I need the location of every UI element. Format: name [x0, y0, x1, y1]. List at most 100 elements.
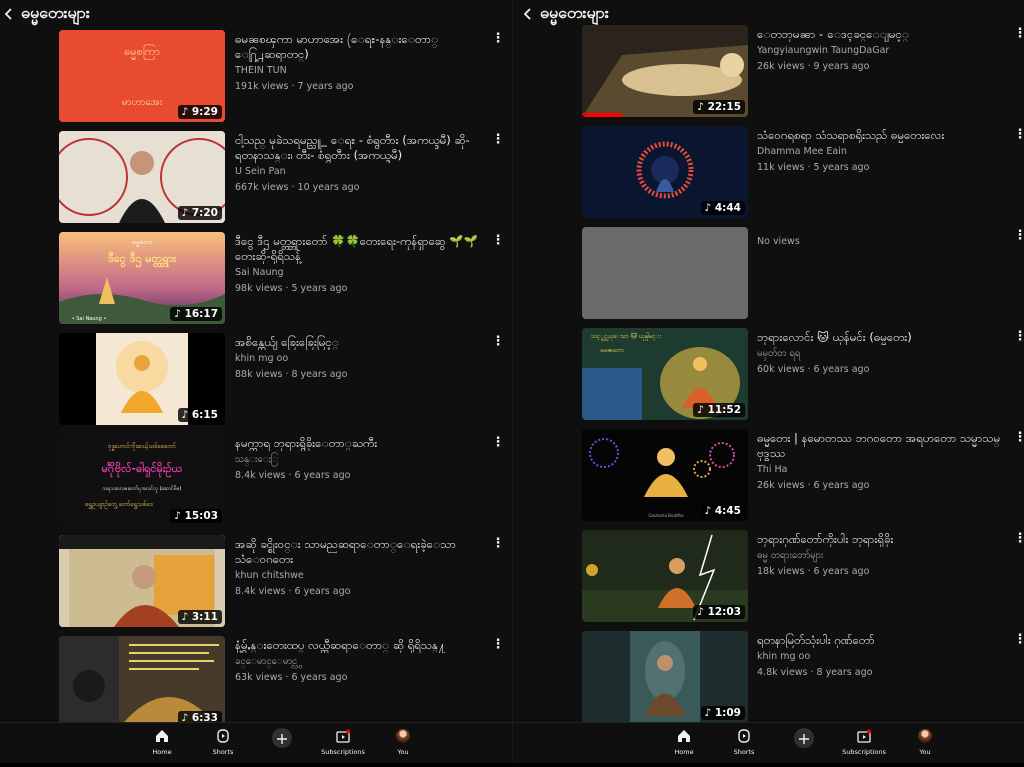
- video-thumbnail[interactable]: သင့္ရင္လယ္ေသာ 🐱 ယုန္ပါမင္း ဓမၼတေး ♪ 11:5…: [582, 328, 748, 420]
- avatar: [915, 727, 935, 745]
- video-title[interactable]: ဓမၼစၾကာ မာဟာအေး (ေရႊ-နန္းေတာ္ ေ႐ြ႕ဆရာတင္…: [235, 32, 480, 62]
- channel-name[interactable]: မမှတ်တ ရရ: [757, 347, 1003, 360]
- video-stats: 191k views · 7 years ago: [235, 81, 354, 92]
- nav-home[interactable]: Home: [654, 727, 714, 756]
- more-options-icon[interactable]: ⋮: [491, 133, 505, 149]
- channel-name[interactable]: U Sein Pan: [235, 165, 480, 178]
- video-stats: 11k views · 5 years ago: [757, 162, 870, 173]
- video-item[interactable]: ♪ 12:03 ဘုရားဂုဏ်တော်ကိုးပါး ဘုရားရှိခို…: [513, 530, 1024, 631]
- video-thumbnail[interactable]: ♪ 22:15: [582, 25, 748, 117]
- create-button[interactable]: [272, 728, 292, 748]
- video-thumbnail[interactable]: ♪ 6:33: [59, 636, 225, 728]
- nav-home[interactable]: Home: [132, 727, 192, 756]
- video-meta: ဓမ္မတေး | နမောတဿ ဘဂဝတော အရဟတော သမ္မာသမ္ဗ…: [757, 431, 1003, 493]
- thumb-text-top: သင့္ရင္လယ္ေသာ 🐱 ယုန္ပါမင္း: [591, 332, 661, 341]
- video-title[interactable]: နံ့မွ်ႇန္းတေးထပ္ လယ္တီဆရာေတာ္ ဆို ရိုရိသ…: [235, 638, 480, 653]
- channel-name[interactable]: Thi Ha: [757, 463, 1003, 476]
- more-options-icon[interactable]: ⋮: [1013, 633, 1024, 649]
- plus-icon: [799, 729, 809, 748]
- video-thumbnail[interactable]: ♪ 3:11: [59, 535, 225, 627]
- video-thumbnail-placeholder[interactable]: [582, 227, 748, 319]
- video-thumbnail[interactable]: ♪ 12:03: [582, 530, 748, 622]
- duration-badge: ♪ 4:45: [700, 504, 745, 518]
- video-item[interactable]: ♪ 22:15 ေတဘုမၼာ - ေဒၚခင္ေျမင့္ Yangyiaun…: [513, 25, 1024, 126]
- video-title[interactable]: အစိန္တေယ်ျ ၶြေးၶြေးမြင့္: [235, 335, 480, 350]
- create-button[interactable]: [794, 728, 814, 748]
- nav-shorts[interactable]: Shorts: [714, 727, 774, 756]
- more-options-icon[interactable]: ⋮: [1013, 532, 1024, 548]
- more-options-icon[interactable]: ⋮: [491, 335, 505, 351]
- video-item[interactable]: No views ⋮: [513, 227, 1024, 328]
- video-thumbnail[interactable]: ဓမ္မစကြာ မာဟာအေး ♪ 9:29: [59, 30, 225, 122]
- video-item[interactable]: သင့္ရင္လယ္ေသာ 🐱 ယုန္ပါမင္း ဓမၼတေး ♪ 11:5…: [513, 328, 1024, 429]
- video-thumbnail[interactable]: ♪ 4:44: [582, 126, 748, 218]
- more-options-icon[interactable]: ⋮: [491, 638, 505, 654]
- video-item[interactable]: Gautama Buddha ♪ 4:45 ဓမ္မတေး | နမောတဿ ဘ…: [513, 429, 1024, 530]
- more-options-icon[interactable]: ⋮: [491, 436, 505, 452]
- video-item[interactable]: ဗုဒ္ဓဟောင်ကိုးဆယ့်သစ်စေတော် မင်္ဂိုဗိုလ်…: [0, 434, 512, 535]
- nav-you[interactable]: You: [373, 727, 433, 756]
- channel-name[interactable]: သန္းေႏြ: [235, 453, 480, 466]
- video-title[interactable]: ဘုရားဂုဏ်တော်ကိုးပါး ဘုရားရှိခိုး: [757, 532, 1003, 547]
- video-title[interactable]: နမက္ကာရ ဘုရားရွိခိုးေတာ္ႀကီး: [235, 436, 480, 451]
- channel-name[interactable]: Sai Naung: [235, 266, 480, 279]
- video-item[interactable]: ♪ 6:15 အစိန္တေယ်ျ ၶြေးၶြေးမြင့္ khin mg …: [0, 333, 512, 434]
- video-thumbnail[interactable]: ဗုဒ္ဓဟောင်ကိုးဆယ့်သစ်စေတော် မင်္ဂိုဗိုလ်…: [59, 434, 225, 526]
- video-stats: 60k views · 6 years ago: [757, 364, 870, 375]
- video-title[interactable]: သံဝေဂရစရာ သံသရာစရိုးသည် ဓမ္မတေးလေး: [757, 128, 1003, 143]
- video-title[interactable]: ငါ့သည္ မုခဲသရမည္သူ_ ေရႊ - စံရွတီား (အကယ္…: [235, 133, 480, 163]
- more-options-icon[interactable]: ⋮: [491, 234, 505, 250]
- video-stats: 88k views · 8 years ago: [235, 369, 348, 380]
- duration-badge: ♪ 1:09: [700, 706, 745, 720]
- video-title[interactable]: ဘုရားလောင်း 🐱 ယုန်မင်း (ဓမ္မတေး): [757, 330, 1003, 345]
- video-thumbnail[interactable]: ♪ 6:15: [59, 333, 225, 425]
- video-title[interactable]: ေတဘုမၼာ - ေဒၚခင္ေျမင့္: [757, 27, 1003, 42]
- nav-shorts[interactable]: Shorts: [193, 727, 253, 756]
- video-item[interactable]: ♪ 1:09 ရတနာမြတ်သုံးပါး ဂုဏ်တော် khin mg …: [513, 631, 1024, 732]
- video-item[interactable]: ♪ 3:11 အဆို ခင္စိုး၀င္း သာမညဆရာေတာ္ေရးခဲ…: [0, 535, 512, 636]
- back-arrow-icon[interactable]: [519, 2, 537, 26]
- video-title[interactable]: အဆို ခင္စိုး၀င္း သာမညဆရာေတာ္ေရးခဲ့ေသာ သံ…: [235, 537, 480, 567]
- channel-name[interactable]: ဓမ္မ တရားတော်များ: [757, 549, 1003, 562]
- more-options-icon[interactable]: ⋮: [491, 537, 505, 553]
- video-title[interactable]: ဒီငွေ ဒီဌ မတ္တ္တရားတော် 🍀🍀တေးရေး-ကုန်ရှာ…: [235, 234, 480, 264]
- nav-shorts-label: Shorts: [212, 748, 234, 756]
- channel-name[interactable]: khun chitshwe: [235, 569, 480, 582]
- thumb-text-top: ဓမ္မတေး: [132, 238, 153, 247]
- video-thumbnail[interactable]: ♪ 7:20: [59, 131, 225, 223]
- nav-you[interactable]: You: [895, 727, 955, 756]
- more-options-icon[interactable]: ⋮: [491, 32, 505, 48]
- video-title[interactable]: ရတနာမြတ်သုံးပါး ဂုဏ်တော်: [757, 633, 1003, 648]
- thumb-text-sub: သရသဆလဇးတော်ပုအလင်လူ (ဆောင်ဗိဇ): [101, 486, 181, 492]
- channel-name[interactable]: Yangyiaungwin TaungDaGar: [757, 44, 1003, 57]
- more-options-icon[interactable]: ⋮: [1013, 128, 1024, 144]
- nav-subscriptions[interactable]: Subscriptions: [313, 727, 373, 756]
- video-item[interactable]: ဓမ္မတေး ဒီငွေ ဒီဌ မတ္တ္တရား • Sai Naung …: [0, 232, 512, 333]
- more-options-icon[interactable]: ⋮: [1013, 330, 1024, 346]
- video-thumbnail[interactable]: ဓမ္မတေး ဒီငွေ ဒီဌ မတ္တ္တရား • Sai Naung …: [59, 232, 225, 324]
- channel-name[interactable]: Dhamma Mee Eain: [757, 145, 1003, 158]
- nav-subscriptions-label: Subscriptions: [842, 748, 886, 756]
- channel-name[interactable]: ခင္ေမာင္ေမာင္လွ: [235, 655, 480, 668]
- nav-subscriptions-label: Subscriptions: [321, 748, 365, 756]
- back-arrow-icon[interactable]: [0, 2, 18, 26]
- page-title: ဓမ္မတေးများ: [540, 3, 609, 22]
- video-thumbnail[interactable]: Gautama Buddha ♪ 4:45: [582, 429, 748, 521]
- channel-name[interactable]: khin mg oo: [235, 352, 480, 365]
- video-item[interactable]: ♪ 7:20 ငါ့သည္ မုခဲသရမည္သူ_ ေရႊ - စံရွတီာ…: [0, 131, 512, 232]
- video-stats: 8.4k views · 6 years ago: [235, 470, 351, 481]
- video-meta: အဆို ခင္စိုး၀င္း သာမညဆရာေတာ္ေရးခဲ့ေသာ သံ…: [235, 537, 480, 599]
- channel-name[interactable]: THEIN TUN: [235, 64, 480, 77]
- video-item[interactable]: ဓမ္မစကြာ မာဟာအေး ♪ 9:29 ဓမၼစၾကာ မာဟာအေး …: [0, 30, 512, 131]
- nav-home-label: Home: [152, 748, 172, 756]
- nav-subscriptions[interactable]: Subscriptions: [834, 727, 894, 756]
- more-options-icon[interactable]: ⋮: [1013, 431, 1024, 447]
- more-options-icon[interactable]: ⋮: [1013, 27, 1024, 43]
- nav-shorts-label: Shorts: [733, 748, 755, 756]
- more-options-icon[interactable]: ⋮: [1013, 229, 1024, 245]
- video-title[interactable]: ဓမ္မတေး | နမောတဿ ဘဂဝတော အရဟတော သမ္မာသမ္ဗ…: [757, 431, 1003, 461]
- video-meta: ရတနာမြတ်သုံးပါး ဂုဏ်တော် khin mg oo 4.8k…: [757, 633, 1003, 680]
- channel-name[interactable]: khin mg oo: [757, 650, 1003, 663]
- video-thumbnail[interactable]: ♪ 1:09: [582, 631, 748, 723]
- video-item[interactable]: ♪ 4:44 သံဝေဂရစရာ သံသရာစရိုးသည် ဓမ္မတေးလေ…: [513, 126, 1024, 227]
